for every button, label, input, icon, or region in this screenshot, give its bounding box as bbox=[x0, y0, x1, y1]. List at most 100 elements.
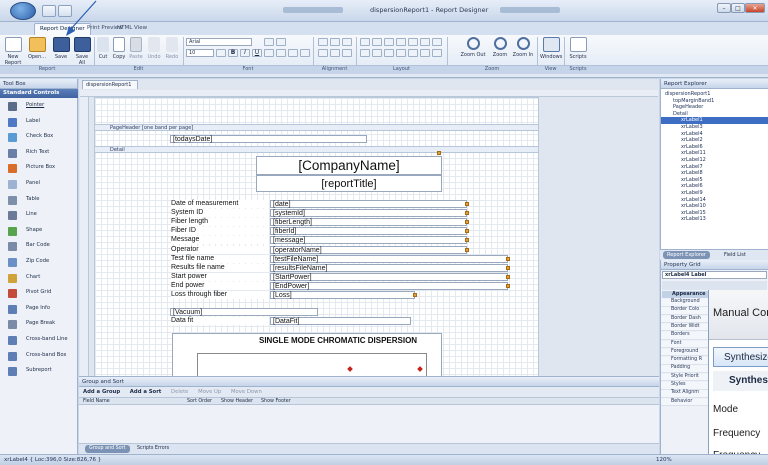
row-value-field[interactable]: [testFileName] bbox=[270, 254, 508, 263]
row-value-field[interactable]: [date] bbox=[270, 200, 467, 208]
align-top-icon[interactable] bbox=[318, 38, 328, 46]
smart-tag-handle[interactable] bbox=[465, 211, 469, 216]
toolbox-item-pivot-grid[interactable]: Pivot Grid bbox=[0, 286, 78, 302]
property-row[interactable]: Padding bbox=[661, 365, 709, 373]
property-row[interactable]: Behavior bbox=[661, 398, 709, 407]
row-value-field[interactable]: [EndPower] bbox=[270, 281, 508, 290]
cut-button[interactable]: Cut bbox=[96, 37, 110, 60]
move-up-button[interactable]: Move Up bbox=[198, 389, 221, 395]
smart-tag-handle[interactable] bbox=[413, 293, 417, 297]
save-all-button[interactable]: Save All bbox=[72, 37, 92, 66]
toolbox-item-pointer[interactable]: Pointer bbox=[0, 99, 78, 115]
report-explorer-tab[interactable]: Report Explorer bbox=[663, 251, 710, 259]
row-label[interactable]: Results file name bbox=[171, 263, 269, 272]
minimize-button[interactable]: – bbox=[717, 3, 731, 13]
row-value-field[interactable]: [Loss] bbox=[270, 291, 415, 299]
align-centers-icon[interactable] bbox=[342, 49, 352, 57]
paste-button[interactable]: Paste bbox=[128, 37, 144, 60]
bold-button[interactable]: B bbox=[228, 49, 238, 57]
smart-tag-handle[interactable] bbox=[465, 247, 469, 252]
property-row[interactable]: Formatting R bbox=[661, 357, 709, 365]
data-fit-field[interactable]: [DataFit] bbox=[270, 317, 411, 325]
vacuum-field[interactable]: [Vacuum] bbox=[170, 308, 318, 316]
row-value-field[interactable]: [operatorName] bbox=[270, 245, 467, 254]
font-size-select[interactable]: 10 bbox=[186, 49, 214, 57]
font-name-select[interactable]: Arial bbox=[186, 38, 252, 46]
data-fit-label[interactable]: Data fit bbox=[171, 317, 269, 325]
tree-node[interactable]: dispersionReport1 bbox=[661, 91, 768, 98]
move-down-button[interactable]: Move Down bbox=[231, 389, 262, 395]
property-row[interactable]: Borders bbox=[661, 332, 709, 340]
tree-node[interactable]: topMarginBand1 bbox=[661, 98, 768, 105]
tree-node[interactable]: xrLabel6 bbox=[661, 144, 768, 151]
document-tab[interactable]: dispersionReport1 bbox=[82, 80, 138, 89]
smart-tag-handle[interactable] bbox=[506, 283, 510, 288]
delete-button[interactable]: Delete bbox=[171, 389, 188, 395]
tree-node[interactable]: xrLabel13 bbox=[661, 216, 768, 223]
property-row[interactable]: Border Dash bbox=[661, 315, 709, 324]
redo-button[interactable]: Redo bbox=[164, 37, 180, 60]
property-row[interactable]: Border Colo bbox=[661, 307, 709, 315]
row-label[interactable]: Fiber length bbox=[171, 218, 269, 227]
property-row[interactable]: Style Priorit bbox=[661, 373, 709, 382]
fore-color-icon[interactable] bbox=[264, 38, 274, 46]
back-color-icon[interactable] bbox=[276, 38, 286, 46]
row-label[interactable]: Date of measurement bbox=[171, 200, 269, 208]
toolbox-item-shape[interactable]: Shape bbox=[0, 224, 78, 240]
row-value-field[interactable]: [StartPower] bbox=[270, 272, 508, 281]
add-group-button[interactable]: Add a Group bbox=[83, 389, 120, 395]
smart-tag-handle[interactable] bbox=[506, 256, 510, 261]
save-button[interactable]: Save bbox=[52, 37, 70, 60]
tree-node[interactable]: xrLabel6 bbox=[661, 183, 768, 190]
tree-node[interactable]: xrLabel10 bbox=[661, 203, 768, 210]
toolbox-item-check-box[interactable]: Check Box bbox=[0, 130, 78, 146]
property-row[interactable]: Font bbox=[661, 340, 709, 348]
property-row[interactable]: Border Widt bbox=[661, 323, 709, 332]
send-back-icon[interactable] bbox=[420, 49, 430, 57]
same-size-icon[interactable] bbox=[396, 38, 406, 46]
smart-tag-handle[interactable] bbox=[465, 220, 469, 225]
row-value-field[interactable]: [systemId] bbox=[270, 209, 467, 218]
property-object-select[interactable]: xrLabel4 Label bbox=[662, 271, 767, 279]
tree-node[interactable]: xrLabel2 bbox=[661, 137, 768, 144]
tree-node[interactable]: xrLabel9 bbox=[661, 190, 768, 197]
page-header-band[interactable]: PageHeader [one band per page] bbox=[95, 124, 538, 131]
snap-lines-icon[interactable] bbox=[432, 49, 442, 57]
property-row[interactable]: Foreground bbox=[661, 348, 709, 357]
tree-node[interactable]: xrLabel3 bbox=[661, 124, 768, 131]
toolbox-item-cross-band-box[interactable]: Cross-band Box bbox=[0, 349, 78, 365]
vert-spacing-icon[interactable] bbox=[420, 38, 430, 46]
close-button[interactable]: ✕ bbox=[745, 3, 765, 13]
application-menu-button[interactable] bbox=[10, 2, 36, 20]
tree-node[interactable]: xrLabel5 bbox=[661, 177, 768, 184]
open-button[interactable]: Open... bbox=[26, 37, 48, 60]
smart-tag-handle[interactable] bbox=[506, 274, 510, 279]
row-value-field[interactable]: [resultsFileName] bbox=[270, 263, 508, 272]
group-sort-tab[interactable]: Group and Sort bbox=[85, 445, 130, 453]
toolbox-item-picture-box[interactable]: Picture Box bbox=[0, 161, 78, 177]
toolbox-item-cross-band-line[interactable]: Cross-band Line bbox=[0, 333, 78, 349]
grow-font-icon[interactable] bbox=[216, 49, 226, 57]
toolbox-item-label[interactable]: Label bbox=[0, 115, 78, 131]
toolbox-item-bar-code[interactable]: Bar Code bbox=[0, 239, 78, 255]
same-width-icon[interactable] bbox=[372, 38, 382, 46]
copy-button[interactable]: Copy bbox=[112, 37, 126, 60]
row-label[interactable]: Test file name bbox=[171, 254, 269, 263]
todays-date-field[interactable]: [todaysDate] bbox=[170, 135, 367, 143]
field-list-tab[interactable]: Field List bbox=[724, 252, 746, 258]
row-label[interactable]: End power bbox=[171, 281, 269, 290]
property-row[interactable]: Text Alignm bbox=[661, 390, 709, 398]
toolbox-item-page-break[interactable]: Page Break bbox=[0, 317, 78, 333]
toolbox-item-zip-code[interactable]: Zip Code bbox=[0, 255, 78, 271]
remove-spacing-icon[interactable] bbox=[408, 49, 418, 57]
increase-spacing-icon[interactable] bbox=[384, 49, 394, 57]
selection-handle[interactable] bbox=[437, 151, 441, 155]
smart-tag-handle[interactable] bbox=[465, 238, 469, 243]
same-height-icon[interactable] bbox=[384, 38, 394, 46]
decrease-spacing-icon[interactable] bbox=[396, 49, 406, 57]
tree-node[interactable]: PageHeader bbox=[661, 104, 768, 111]
row-label[interactable]: Operator bbox=[171, 245, 269, 254]
scripts-errors-tab[interactable]: Scripts Errors bbox=[137, 446, 169, 451]
report-title-field[interactable]: [reportTitle] bbox=[256, 175, 442, 192]
property-row[interactable]: Background bbox=[661, 299, 709, 307]
